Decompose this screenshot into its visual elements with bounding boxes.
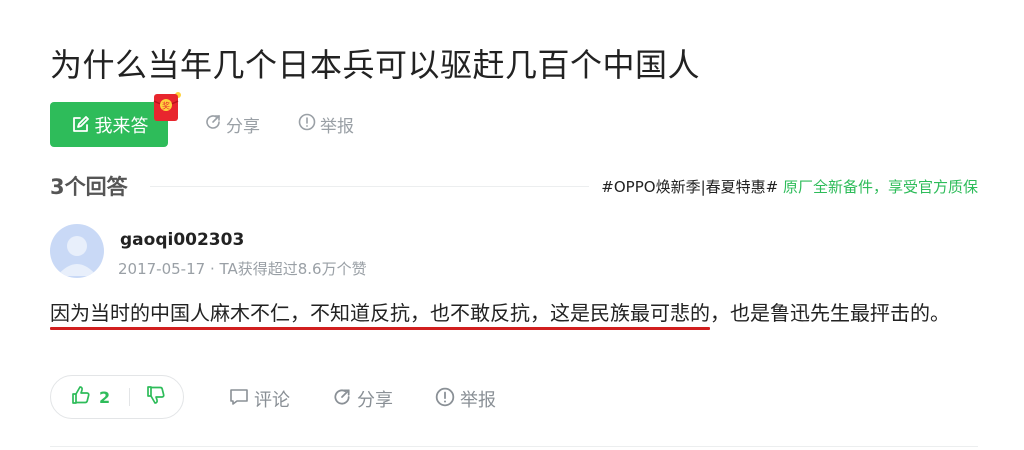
promo-link[interactable]: #OPPO焕新季|春夏特惠# 原厂全新备件，享受官方质保 [601,176,978,197]
edit-icon [70,115,90,135]
share-label: 分享 [226,117,260,137]
answers-count: 3个回答 [50,175,128,199]
report-icon [298,113,316,136]
answer-text: 因为当时的中国人麻木不仁，不知道反抗，也不敢反抗，这是民族最可悲的，也是鲁迅先生… [50,296,970,331]
answer-meta: 2017-05-17 · TA获得超过8.6万个赞 [118,260,367,278]
report-icon [435,387,455,412]
report-answer-button[interactable]: 举报 [435,386,496,412]
avatar[interactable] [50,224,104,278]
answer-button[interactable]: 我来答 奖 [50,92,181,147]
share-icon [332,387,352,412]
share-answer-label: 分享 [357,390,393,411]
promo-text: 原厂全新备件，享受官方质保 [782,177,978,196]
report-label: 举报 [320,117,354,137]
share-answer-button[interactable]: 分享 [332,386,393,412]
thumbs-up-icon [71,385,91,409]
question-title: 为什么当年几个日本兵可以驱赶几百个中国人 [50,46,701,84]
answer-separator [50,446,978,447]
report-answer-label: 举报 [460,390,496,411]
question-actions: 我来答 奖 分享 举报 [50,92,354,147]
like-count: 2 [99,387,111,407]
report-question-link[interactable]: 举报 [298,112,354,137]
answer-username[interactable]: gaoqi002303 [120,230,244,250]
answers-header: 3个回答 #OPPO焕新季|春夏特惠# 原厂全新备件，享受官方质保 [50,172,978,200]
dislike-button[interactable] [130,385,166,409]
like-button[interactable]: 2 [51,385,129,409]
answer-button-label: 我来答 [94,115,149,137]
divider [149,185,590,187]
share-icon [204,113,222,136]
svg-text:奖: 奖 [162,101,170,111]
comment-button[interactable]: 评论 [229,386,290,412]
highlighted-text: 因为当时的中国人麻木不仁，不知道反抗，也不敢反抗，这是民族最可悲的 [50,296,710,331]
thumbs-down-icon [146,385,166,409]
redpacket-icon[interactable]: 奖 [152,90,182,123]
comment-icon [229,387,249,412]
answer-text-rest: ，也是鲁迅先生最抨击的。 [710,301,950,325]
promo-tag: #OPPO焕新季|春夏特惠# [601,177,779,196]
vote-box: 2 [50,375,184,419]
comment-label: 评论 [254,390,290,411]
share-question-link[interactable]: 分享 [204,112,260,137]
